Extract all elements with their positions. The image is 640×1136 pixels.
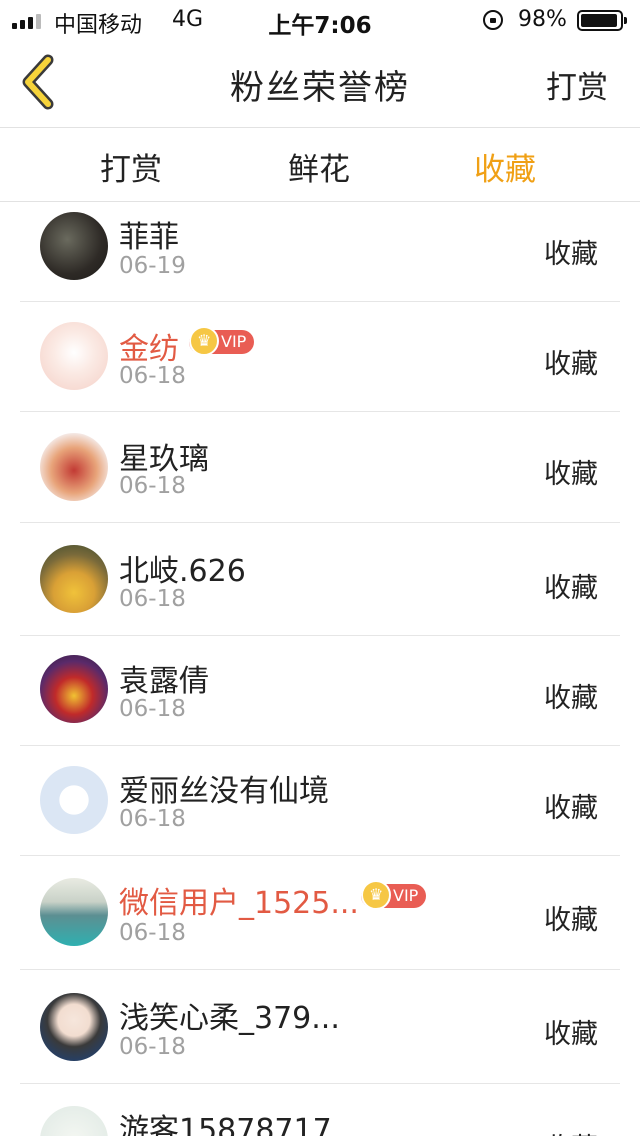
action-label: 收藏: [544, 573, 598, 604]
action-label: 收藏: [544, 459, 598, 490]
tab-flowers[interactable]: 鲜花: [288, 144, 350, 189]
list-item[interactable]: 浅笑心柔_379... 06-18 收藏: [20, 970, 620, 1084]
user-name: 金纺: [119, 332, 179, 367]
vip-badge: VIP: [361, 880, 427, 910]
avatar: [40, 1106, 108, 1136]
action-label: 收藏: [544, 793, 598, 824]
user-date: 06-18: [119, 363, 186, 389]
avatar: [40, 433, 108, 501]
list-item[interactable]: 袁露倩 06-18 收藏: [20, 636, 620, 746]
user-date: 06-18: [119, 696, 186, 722]
vip-badge: VIP: [189, 326, 255, 356]
list-item[interactable]: 爱丽丝没有仙境 06-18 收藏: [20, 746, 620, 856]
avatar: [40, 655, 108, 723]
user-date: 06-18: [119, 586, 186, 612]
page-title: 粉丝荣誉榜: [230, 68, 410, 108]
user-date: 06-18: [119, 1034, 186, 1060]
crown-icon: [361, 880, 391, 910]
user-name: 北岐.626: [119, 554, 246, 589]
status-bar: 中国移动 4G 上午7:06 98%: [0, 0, 640, 40]
user-name: 浅笑心柔_379...: [119, 1001, 340, 1036]
avatar: [40, 993, 108, 1061]
battery-percent: 98%: [518, 7, 567, 32]
reward-button[interactable]: 打赏: [546, 62, 608, 107]
avatar: [40, 322, 108, 390]
vip-label: VIP: [221, 332, 247, 351]
user-name: 菲菲: [119, 220, 179, 255]
action-label: 收藏: [544, 1126, 598, 1136]
action-label: 收藏: [544, 905, 598, 936]
avatar: [40, 878, 108, 946]
list-item[interactable]: 菲菲 06-19 收藏: [20, 202, 620, 302]
avatar: [40, 766, 108, 834]
rotation-lock-icon: [483, 10, 503, 30]
nav-bar: 粉丝荣誉榜 打赏: [0, 40, 640, 128]
battery-fill: [581, 14, 617, 27]
user-date: 06-18: [119, 920, 186, 946]
avatar: [40, 212, 108, 280]
vip-label: VIP: [393, 886, 419, 905]
tab-favorites[interactable]: 收藏: [474, 144, 536, 189]
list-item[interactable]: 金纺 VIP 06-18 收藏: [20, 302, 620, 412]
user-date: 06-18: [119, 473, 186, 499]
avatar: [40, 545, 108, 613]
list-item[interactable]: 微信用户_1525... VIP 06-18 收藏: [20, 856, 620, 970]
user-name: 星玖璃: [119, 442, 209, 477]
user-name: 微信用户_1525...: [119, 886, 359, 921]
user-name: 袁露倩: [119, 664, 209, 699]
action-label: 收藏: [544, 683, 598, 714]
crown-icon: [189, 326, 219, 356]
tab-bar: 打赏 鲜花 收藏: [0, 128, 640, 202]
user-name: 游客15878717...: [119, 1113, 361, 1136]
list-item[interactable]: 游客15878717... 收藏: [20, 1084, 620, 1136]
user-date: 06-18: [119, 806, 186, 832]
action-label: 收藏: [544, 1019, 598, 1050]
list-item[interactable]: 星玖璃 06-18 收藏: [20, 412, 620, 523]
user-date: 06-19: [119, 253, 186, 279]
action-label: 收藏: [544, 349, 598, 380]
battery-icon: [577, 10, 627, 31]
action-label: 收藏: [544, 239, 598, 270]
user-name: 爱丽丝没有仙境: [119, 774, 329, 809]
tab-reward[interactable]: 打赏: [100, 144, 162, 189]
list-item[interactable]: 北岐.626 06-18 收藏: [20, 523, 620, 636]
